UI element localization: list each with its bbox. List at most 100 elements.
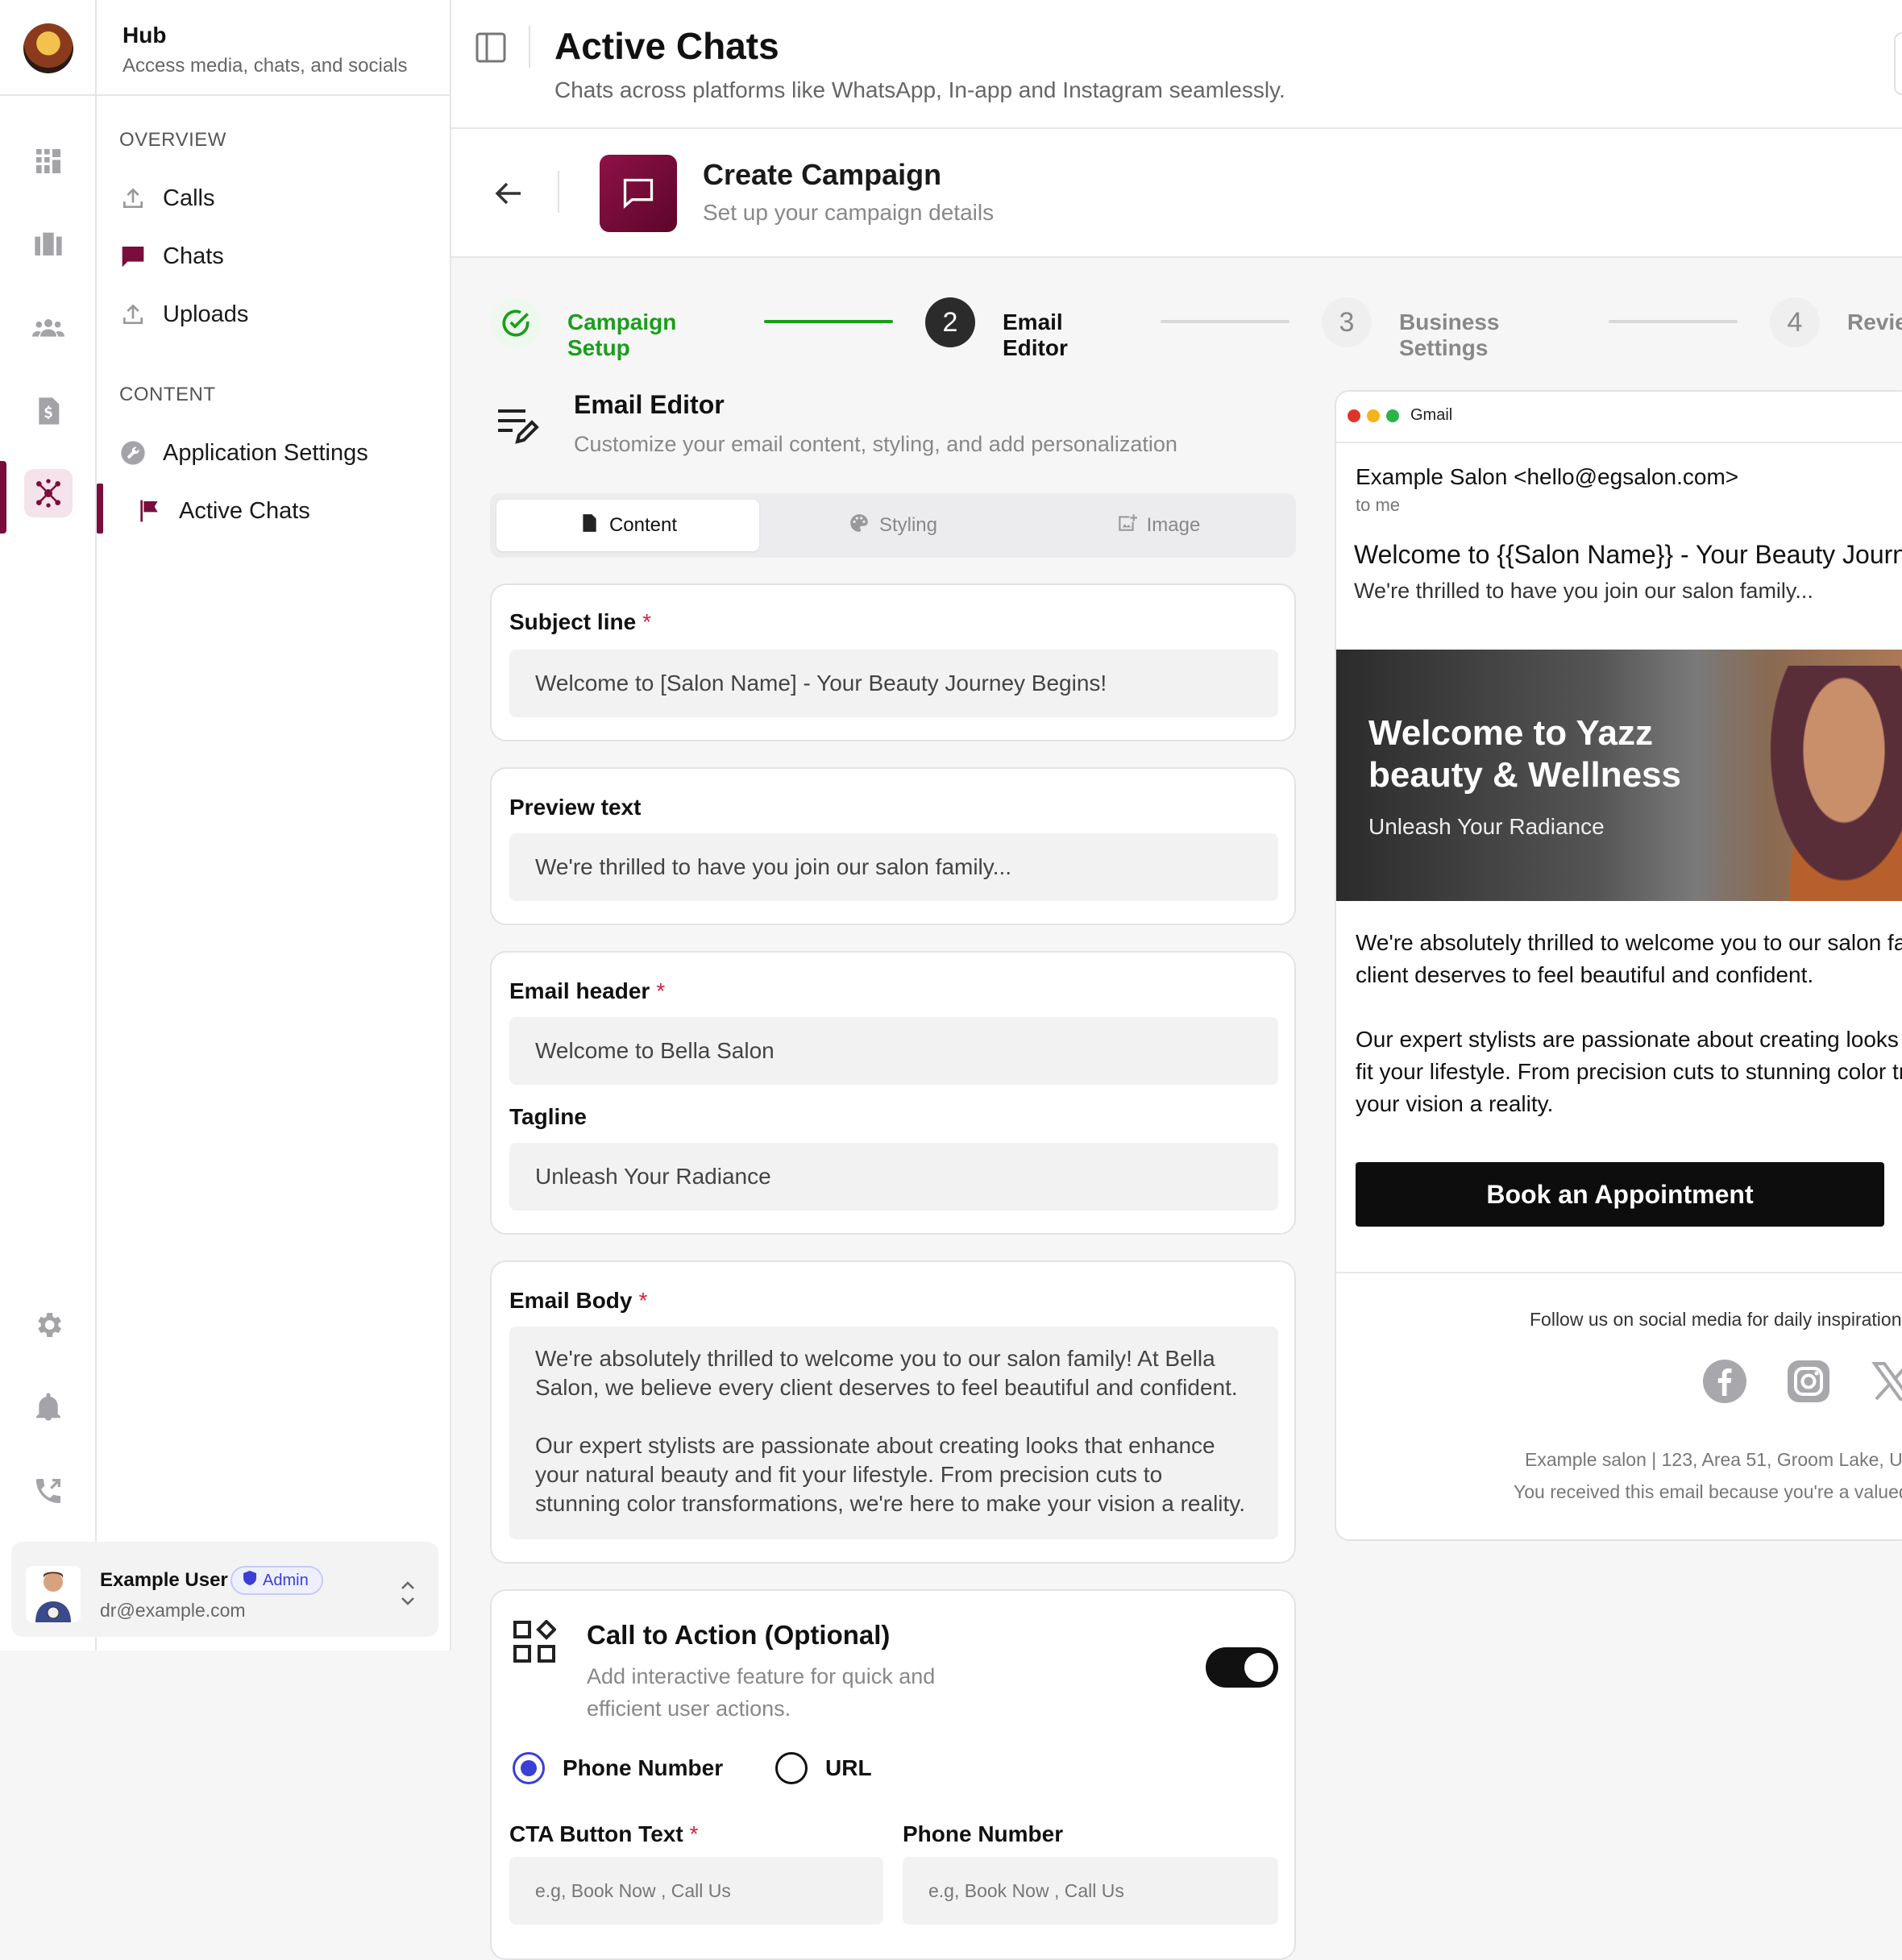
subject-card: Subject line * Welcome to [Salon Name] - … [490,583,1296,741]
instagram-icon[interactable] [1786,1359,1831,1404]
step-number-4: 4 [1770,297,1820,347]
sidebar-item-uploads[interactable]: Uploads [119,292,248,337]
widgets-icon [513,1619,557,1663]
book-appointment-button[interactable]: Book an Appointment [1356,1162,1884,1227]
upload-icon [119,301,147,328]
sidebar-item-label: Application Settings [163,439,368,466]
radio-button[interactable] [775,1752,808,1784]
rail-active-indicator [0,461,6,534]
hero-photo [1755,666,1902,901]
hero-banner: Welcome to Yazz beauty & Wellness Unleas… [1336,650,1902,901]
cta-toggle[interactable] [1206,1647,1278,1688]
subject-input[interactable]: Welcome to [Salon Name] - Your Beauty Jo… [509,650,1278,717]
tagline-input[interactable]: Unleash Your Radiance [509,1143,1278,1210]
sidebar-item-application-settings[interactable]: Application Settings [119,430,368,475]
phone-icon[interactable] [24,1467,73,1515]
toggle-knob [1244,1653,1273,1682]
back-arrow-icon[interactable] [493,177,525,210]
divider [97,94,451,96]
preview-sender: Example Salon <hello@egsalon.com> [1356,464,1739,489]
preview-text-input[interactable]: We're thrilled to have you join our salo… [509,833,1278,901]
email-header-label: Email header * [509,978,666,1003]
page-title: Active Chats [554,25,779,67]
email-body-textarea[interactable]: We're absolutely thrilled to welcome you… [509,1327,1278,1539]
email-header-card: Email header * Welcome to Bella Salon Tag… [490,951,1296,1235]
footer-received-note: You received this email because you're a… [1514,1481,1902,1502]
divider [529,26,530,68]
preview-text-card: Preview text We're thrilled to have you … [490,767,1296,925]
window-dot-red [1348,409,1360,422]
palette-icon [849,513,870,539]
settings-icon[interactable] [24,1301,73,1349]
tab-label: Content [608,514,678,536]
step-connector [764,320,893,323]
body-line: We're absolutely thrilled to welcome you… [1356,930,1902,955]
invoice-icon[interactable] [24,387,73,435]
editor-subtitle: Customize your email content, styling, a… [574,432,1177,456]
sidebar-item-chats[interactable]: Chats [119,234,224,279]
users-icon[interactable] [24,303,73,351]
hero-tagline: Unleash Your Radiance [1368,814,1605,839]
preview-body: We're absolutely thrilled to welcome you… [1356,927,1902,1120]
user-card[interactable]: Example User Admin dr@example.com [11,1542,438,1637]
x-twitter-icon[interactable] [1870,1359,1902,1404]
facebook-icon[interactable] [1702,1359,1747,1404]
chevron-updown-icon[interactable] [398,1577,417,1609]
user-name: Example User [100,1569,228,1591]
tab-image[interactable]: Image [1027,500,1289,551]
body-line: client deserves to feel beautiful and co… [1356,962,1814,987]
sidebar: Hub Access media, chats, and socials OVE… [97,0,451,1651]
icon-rail [0,0,97,1651]
radio-label: Phone Number [563,1755,724,1780]
step-label-email-editor[interactable]: Email Editor [1003,309,1068,361]
hub-icon[interactable] [24,469,73,517]
chat-icon [119,243,147,270]
brand-title: Hub [123,23,167,48]
page-subtitle: Chats across platforms like WhatsApp, In… [554,77,1285,102]
email-header-input[interactable]: Welcome to Bella Salon [509,1017,1278,1085]
tab-content[interactable]: Content [496,500,759,551]
sidebar-item-label: Uploads [163,301,249,327]
page-header: Active Chats Chats across platforms like… [451,0,1902,129]
phone-number-input[interactable]: e.g, Book Now , Call Us [903,1857,1278,1925]
footer-address: Example salon | 123, Area 51, Groom Lake… [1525,1449,1902,1470]
sidebar-item-active-chats[interactable]: Active Chats [135,488,310,534]
cta-button-text-label: CTA Button Text * [509,1821,699,1846]
header-action-button[interactable] [1894,32,1902,95]
step-label-business-settings[interactable]: Business Settings [1399,309,1500,361]
subject-label: Subject line * [509,609,652,634]
editor-title: Email Editor [574,390,725,419]
sidebar-toggle-icon[interactable] [476,32,506,63]
campaign-subtitle: Set up your campaign details [703,200,995,225]
body-line: fit your lifestyle. From precision cuts … [1356,1059,1902,1084]
edit-notes-icon [495,403,540,448]
divider [558,171,559,213]
app-logo[interactable] [23,23,73,73]
dashboard-icon[interactable] [24,137,73,185]
social-follow-text: Follow us on social media for daily insp… [1530,1309,1902,1330]
preview-subject: Welcome to {{Salon Name}} - Your Beauty … [1354,540,1902,569]
step-label-campaign-setup[interactable]: Campaign Setup [567,309,676,361]
role-label: Admin [263,1571,309,1589]
body-line: Our expert stylists are passionate about… [1356,1027,1902,1052]
step-label-review[interactable]: Revie [1847,309,1902,335]
role-badge: Admin [230,1566,323,1595]
preview-recipient: to me [1356,495,1401,515]
sidebar-item-label: Chats [163,243,224,269]
radio-button-selected[interactable] [513,1752,545,1784]
sidebar-item-calls[interactable]: Calls [119,176,214,221]
briefcase-icon[interactable] [24,219,73,268]
radio-phone-number[interactable]: Phone Number [513,1752,723,1784]
cta-button-text-input[interactable]: e.g, Book Now , Call Us [509,1857,883,1925]
tab-label: Styling [878,514,938,536]
bell-icon[interactable] [24,1383,73,1431]
shield-icon [243,1571,256,1590]
tagline-label: Tagline [509,1104,587,1129]
brand-subtitle: Access media, chats, and socials [123,55,408,77]
sidebar-item-label: Active Chats [179,497,310,524]
tab-styling[interactable]: Styling [762,500,1024,551]
step-connector [1161,320,1289,323]
radio-url[interactable]: URL [775,1752,872,1784]
email-preview: Gmail Example Salon <hello@egsalon.com> … [1335,390,1902,1541]
preview-app-name: Gmail [1410,406,1453,424]
